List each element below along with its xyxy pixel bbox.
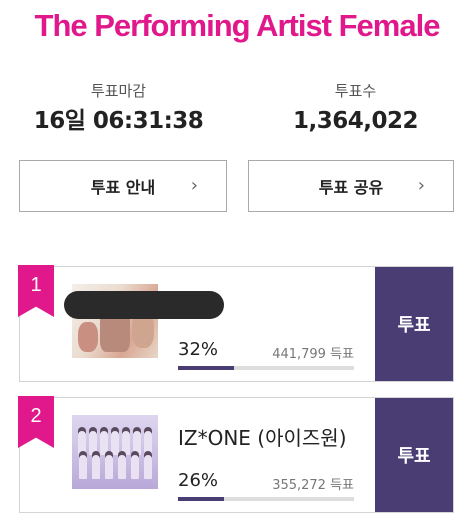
candidate-card: 1 32% 441,799 득표 투표	[18, 265, 454, 382]
vote-share-label: 투표 공유	[318, 178, 384, 197]
vote-progress-fill	[178, 497, 224, 501]
vote-button-label: 투표	[397, 446, 431, 467]
vote-share-button[interactable]: 투표 공유 ›	[248, 160, 454, 212]
vote-progress-fill	[178, 366, 235, 370]
deadline-stat: 투표마감 16일 06:31:38	[0, 80, 237, 138]
vote-guide-label: 투표 안내	[90, 178, 156, 197]
rank-number: 2	[30, 405, 42, 427]
vote-count-value: 1,364,022	[293, 108, 419, 134]
deadline-label: 투표마감	[90, 82, 147, 100]
vote-total: 441,799 득표	[272, 347, 354, 362]
rank-number: 1	[30, 274, 42, 296]
vote-progress-bar	[178, 497, 354, 501]
group-photo-image[interactable]	[72, 415, 158, 489]
vote-button-label: 투표	[397, 315, 431, 336]
candidate-name: IZ*ONE (아이즈원)	[178, 426, 347, 450]
deadline-value: 16일 06:31:38	[33, 108, 204, 134]
vote-button[interactable]: 투표	[375, 267, 453, 381]
chevron-right-icon: ›	[417, 175, 425, 196]
vote-total: 355,272 득표	[272, 478, 354, 493]
rank-badge: 1	[18, 265, 54, 317]
vote-percent: 32%	[178, 339, 219, 360]
candidate-card: 2 IZ*ONE (아이즈원) 26% 355,272 득표 투표	[18, 396, 454, 513]
page-title: The Performing Artist Female	[34, 8, 441, 43]
redacted-name	[64, 291, 224, 319]
chevron-right-icon: ›	[190, 175, 198, 196]
vote-button[interactable]: 투표	[375, 398, 453, 512]
vote-progress-bar	[178, 366, 354, 370]
vote-count-label: 투표수	[334, 82, 377, 100]
vote-guide-button[interactable]: 투표 안내 ›	[19, 160, 227, 212]
vote-percent: 26%	[178, 470, 219, 491]
rank-badge: 2	[18, 396, 54, 448]
vote-count-stat: 투표수 1,364,022	[237, 80, 474, 138]
